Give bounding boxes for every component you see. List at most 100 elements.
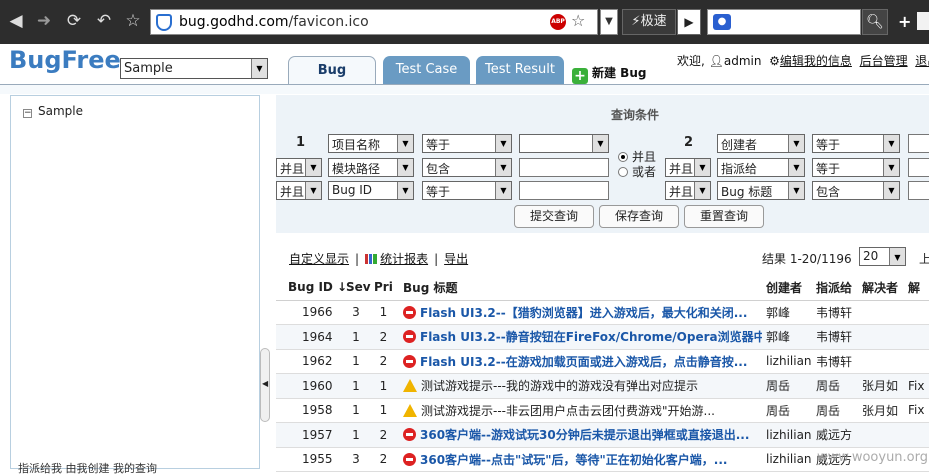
creator-cell: 郭峰 [762, 300, 812, 325]
export-link[interactable]: 导出 [444, 252, 468, 266]
bug-table: Bug ID ↓ Sev Pri Bug 标题 创建者 指派给 解决者 解 19… [276, 275, 929, 472]
submit-query-button[interactable]: 提交查询 [514, 205, 594, 228]
bug-title-link[interactable]: Flash UI3.2--静音按钮在FireFox/Chrome/Opera浏览… [420, 330, 762, 344]
stats-report-link[interactable]: 统计报表 [380, 252, 428, 266]
table-row[interactable]: 1957 1 2 360客户端--游戏试玩30分钟后未提示退出弹框或直接退出... li… [276, 422, 929, 448]
prev-page-link[interactable]: 上 [919, 250, 929, 267]
operator-select[interactable]: 包含 ▼ [812, 181, 900, 200]
logout-link[interactable]: 退出 [915, 54, 929, 68]
tab-bug[interactable]: Bug [288, 56, 376, 84]
tree-root-item[interactable]: − Sample [23, 104, 83, 118]
new-bug-button[interactable]: + 新建 Bug [572, 64, 646, 84]
logic-select[interactable]: 并且 ▼ [665, 181, 711, 200]
col-assignee[interactable]: 指派给 [812, 275, 858, 301]
sidebar-bottom-tabs[interactable]: 指派给我 由我创建 我的查询 [18, 460, 157, 476]
value-input[interactable] [519, 181, 609, 200]
operator-select[interactable]: 等于 ▼ [422, 134, 512, 153]
field-select[interactable]: 创建者 ▼ [717, 134, 805, 153]
value-input[interactable] [908, 134, 929, 153]
table-row[interactable]: 1958 1 1 测试游戏提示---非云团用户点击云团付费游戏"开始游... 周岳 周岳张… [276, 398, 929, 423]
save-query-button[interactable]: 保存查询 [599, 205, 679, 228]
col-bug-id[interactable]: Bug ID ↓ [276, 275, 347, 301]
col-sev[interactable]: Sev [342, 275, 371, 301]
title-cell: 360客户端--游戏试玩30分钟后未提示退出弹框或直接退出... [397, 422, 762, 448]
and-radio[interactable]: 并且 [618, 150, 656, 165]
page-size-select[interactable]: 20 ▼ [859, 247, 906, 266]
or-radio[interactable]: 或者 [618, 165, 656, 180]
bug-title-link[interactable]: 测试游戏提示---非云团用户点击云团付费游戏"开始游... [421, 404, 715, 418]
col-resolution[interactable]: 解 [904, 275, 929, 301]
search-input[interactable]: ● [707, 9, 861, 35]
greeting: 欢迎, [677, 54, 705, 68]
reload-icon[interactable]: ⟳ [63, 10, 85, 32]
operator-select[interactable]: 包含 ▼ [422, 158, 512, 177]
priority-cell: 2 [370, 349, 397, 374]
forward-icon[interactable]: ➜ [33, 10, 55, 32]
tab-test-case[interactable]: Test Case [383, 56, 470, 84]
field-select[interactable]: Bug ID ▼ [328, 181, 414, 200]
bug-title-link[interactable]: 360客户端--游戏试玩30分钟后未提示退出弹框或直接退出... [420, 428, 749, 442]
logic-select[interactable]: 并且 ▼ [276, 181, 322, 200]
extension-icon[interactable]: + [898, 12, 911, 31]
value-input[interactable] [908, 181, 929, 200]
resolution-cell [904, 422, 929, 448]
chevron-down-icon: ▼ [251, 59, 267, 78]
bug-title-link[interactable]: 测试游戏提示---我的游戏中的游戏没有弹出对应提示 [421, 379, 698, 393]
main-content: 查询条件 1 2 项目名称 ▼ 等于 ▼ ▼ 并且 ▼ 模块路径 ▼ 包含 ▼ 并且 ▼ B… [276, 95, 929, 472]
result-toolbar: 自定义显示 | 统计报表 | 导出 [289, 252, 469, 266]
adblock-icon[interactable]: ABP [550, 14, 566, 30]
col-title[interactable]: Bug 标题 [397, 275, 762, 301]
title-cell: 360客户端--点击"试玩"后，等待"正在初始化客户端，... [397, 447, 762, 472]
table-row[interactable]: 1966 3 1 Flash UI3.2--【猎豹浏览器】进入游戏后，最大化和关闭..… [276, 300, 929, 325]
table-row[interactable]: 1960 1 1 测试游戏提示---我的游戏中的游戏没有弹出对应提示 周岳 周岳 张月如 Fi… [276, 373, 929, 399]
collapse-icon[interactable]: − [23, 109, 32, 118]
field-select[interactable]: 模块路径 ▼ [328, 158, 414, 177]
panel-splitter[interactable]: ◀ [260, 348, 270, 422]
stop-icon [403, 330, 416, 344]
project-select[interactable]: Sample ▼ [120, 58, 268, 79]
operator-select[interactable]: 等于 ▼ [812, 158, 900, 177]
speed-mode-button[interactable]: ⚡极速 [622, 9, 676, 35]
collapse-left-icon[interactable]: ◀ [262, 379, 268, 388]
table-row[interactable]: 1964 1 2 Flash UI3.2--静音按钮在FireFox/Chrome/O… [276, 324, 929, 350]
chevron-down-icon[interactable]: ▼ [600, 9, 618, 35]
bookmark-star-icon[interactable]: ☆ [122, 10, 144, 32]
edit-info-link[interactable]: 编辑我的信息 [780, 54, 852, 68]
stop-icon [403, 354, 416, 368]
bug-title-link[interactable]: Flash UI3.2--【猎豹浏览器】进入游戏后，最大化和关闭... [420, 306, 747, 320]
tab-test-result[interactable]: Test Result [476, 56, 564, 84]
play-icon[interactable]: ▶ [677, 9, 701, 35]
undo-icon[interactable]: ↶ [93, 10, 115, 32]
table-row[interactable]: 1962 1 2 Flash UI3.2--在游戏加载页面或进入游戏后，点击静音按..… [276, 349, 929, 374]
operator-select[interactable]: 等于 ▼ [812, 134, 900, 153]
custom-display-link[interactable]: 自定义显示 [289, 252, 349, 266]
back-icon[interactable]: ◀ [5, 10, 27, 32]
col-pri[interactable]: Pri [370, 275, 397, 301]
bug-title-link[interactable]: Flash UI3.2--在游戏加载页面或进入游戏后，点击静音按... [420, 355, 747, 369]
operator-select[interactable]: 等于 ▼ [422, 181, 512, 200]
favorite-star-icon[interactable]: ☆ [571, 11, 585, 30]
col-resolver[interactable]: 解决者 [858, 275, 904, 301]
field-select[interactable]: 项目名称 ▼ [328, 134, 414, 153]
value-input[interactable] [908, 158, 929, 177]
url-text: bug.godhd.com/favicon.ico [179, 14, 369, 30]
assignee-cell: 韦博轩 [812, 349, 858, 374]
logic-select[interactable]: 并且 ▼ [665, 158, 711, 177]
priority-cell: 2 [370, 447, 397, 472]
logic-select[interactable]: 并且 ▼ [276, 158, 322, 177]
col-creator[interactable]: 创建者 [762, 275, 812, 301]
bug-title-link[interactable]: 360客户端--点击"试玩"后，等待"正在初始化客户端，... [420, 453, 727, 467]
field-select[interactable]: Bug 标题 ▼ [717, 181, 805, 200]
field-select[interactable]: 指派给 ▼ [717, 158, 805, 177]
priority-cell: 2 [370, 324, 397, 350]
reset-query-button[interactable]: 重置查询 [684, 205, 764, 228]
address-bar[interactable]: bug.godhd.com/favicon.ico ABP ☆ [150, 9, 598, 35]
value-select[interactable]: ▼ [519, 134, 609, 153]
assignee-cell: 威远方 [812, 422, 858, 448]
assignee-cell: 周岳 [812, 398, 858, 423]
menu-icon[interactable] [917, 12, 929, 30]
admin-link[interactable]: 后台管理 [860, 54, 908, 68]
bug-id-cell: 1957 [276, 422, 342, 448]
search-icon[interactable]: 🔍︎ [862, 9, 888, 35]
value-input[interactable] [519, 158, 609, 177]
